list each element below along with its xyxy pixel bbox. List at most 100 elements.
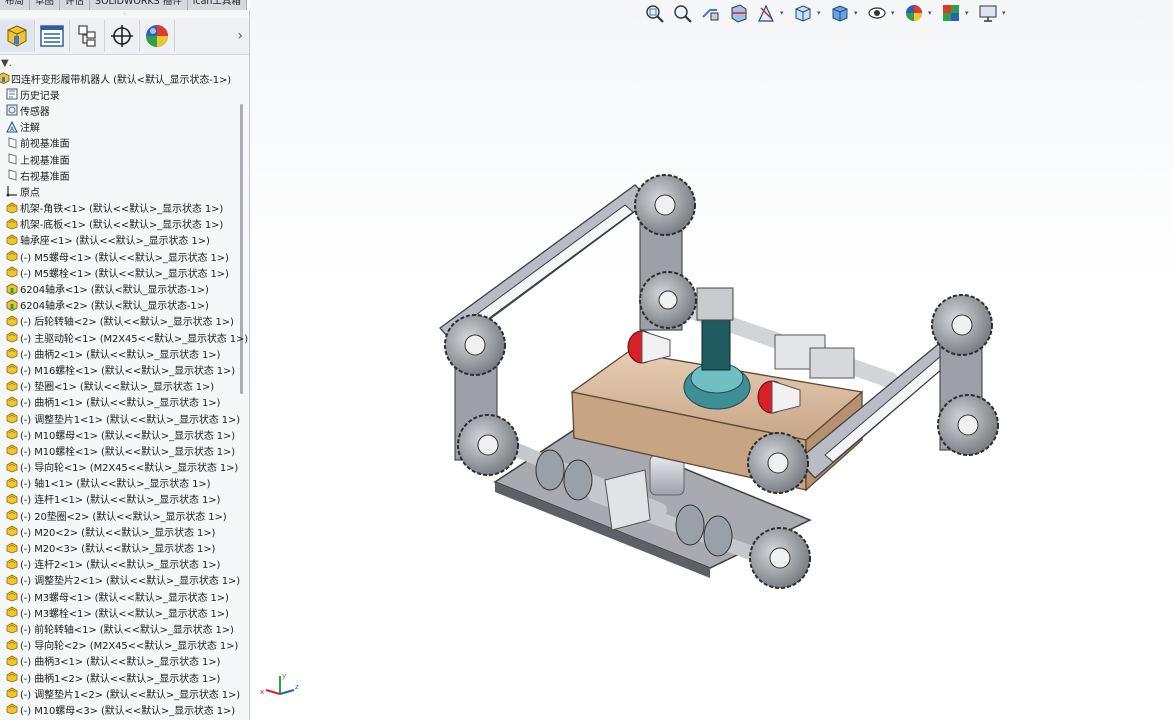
- panel-grip[interactable]: ⁘: [0, 10, 249, 18]
- tree-item-label: 历史记录: [20, 90, 60, 102]
- tree-item[interactable]: 6204轴承<2> (默认<默认_显示状态-1>): [0, 297, 240, 313]
- tree-item[interactable]: A 注解: [0, 119, 240, 135]
- gear-left-top[interactable]: [444, 314, 506, 376]
- tree-item[interactable]: (-) 曲柄3<1> (默认<<默认>_显示状态 1>): [0, 653, 240, 669]
- tree-item[interactable]: (-) M20<2> (默认<<默认>_显示状态 1>): [0, 523, 240, 539]
- tree-item[interactable]: 传感器: [0, 102, 240, 118]
- tab-0[interactable]: 布局: [0, 0, 31, 10]
- tree-item[interactable]: (-) 导向轮<1> (M2X45<<默认>_显示状态 1>): [0, 459, 240, 475]
- dimxpert-manager-tab[interactable]: [105, 20, 140, 52]
- tree-item[interactable]: (-) 连杆2<1> (默认<<默认>_显示状态 1>): [0, 556, 240, 572]
- gear-rear-mid[interactable]: [639, 271, 697, 329]
- tree-scrollbar[interactable]: [240, 104, 243, 394]
- tree-item[interactable]: (-) 曲柄2<1> (默认<<默认>_显示状态 1>): [0, 345, 240, 361]
- tree-item[interactable]: (-) M20<3> (默认<<默认>_显示状态 1>): [0, 539, 240, 555]
- tree-item[interactable]: (-) M10螺母<1> (默认<<默认>_显示状态 1>): [0, 426, 240, 442]
- tree-item[interactable]: (-) 主驱动轮<1> (M2X45<<默认>_显示状态 1>): [0, 329, 248, 345]
- motor-upper-2: [809, 347, 855, 379]
- tree-item-label: (-) 曲柄1<1> (默认<<默认>_显示状态 1>): [20, 398, 221, 410]
- tree-item[interactable]: (-) M16螺栓<1> (默认<<默认>_显示状态 1>): [0, 361, 240, 377]
- pillow-block-2: [563, 459, 593, 501]
- tree-item[interactable]: (-) M10螺母<3> (默认<<默认>_显示状态 1>): [0, 701, 240, 717]
- feature-manager-tab[interactable]: [0, 20, 35, 52]
- tree-item[interactable]: (-) M3螺栓<1> (默认<<默认>_显示状态 1>): [0, 604, 240, 620]
- property-manager-tab[interactable]: [35, 20, 70, 52]
- configuration-manager-icon: [78, 25, 96, 47]
- crosshair-icon: [111, 25, 133, 47]
- robot-model[interactable]: [250, 0, 1173, 720]
- part-icon: [5, 250, 19, 263]
- tree-item[interactable]: (-) 曲柄1<1> (默认<<默认>_显示状态 1>): [0, 394, 240, 410]
- part-icon: [5, 654, 19, 667]
- tree-item-label: (-) 轴1<1> (默认<<默认>_显示状态 1>): [20, 479, 211, 491]
- tree-item[interactable]: (-) 导向轮<2> (M2X45<<默认>_显示状态 1>): [0, 637, 240, 653]
- chevron-right-icon[interactable]: ›: [237, 28, 243, 44]
- svg-text:y: y: [282, 672, 286, 680]
- gear-front-mid[interactable]: [747, 432, 809, 494]
- tree-item-label: 四连杆变形履带机器人 (默认<默认_显示状态-1>): [11, 74, 232, 86]
- property-manager-icon: [40, 25, 64, 47]
- servo-bracket: [696, 287, 734, 321]
- tree-item[interactable]: (-) 20垫圈<2> (默认<<默认>_显示状态 1>): [0, 507, 240, 523]
- gear-rear-top[interactable]: [634, 174, 696, 236]
- gear-left-bottom[interactable]: [457, 414, 519, 476]
- tree-item[interactable]: 历史记录: [0, 86, 240, 102]
- tree-item[interactable]: (-) 调整垫片2<1> (默认<<默认>_显示状态 1>): [0, 572, 240, 588]
- part-icon: [5, 703, 19, 716]
- tree-item-label: 传感器: [20, 106, 50, 118]
- tree-item-label: (-) M3螺栓<1> (默认<<默认>_显示状态 1>): [20, 608, 229, 620]
- tree-item[interactable]: 机架-角铁<1> (默认<<默认>_显示状态 1>): [0, 200, 240, 216]
- gear-right-top[interactable]: [931, 294, 993, 356]
- tree-item[interactable]: (-) M5螺母<1> (默认<<默认>_显示状态 1>): [0, 248, 240, 264]
- tree-item-label: (-) M10螺母<3> (默认<<默认>_显示状态 1>): [20, 705, 236, 717]
- tree-item-label: (-) 后轮转轴<2> (默认<<默认>_显示状态 1>): [20, 317, 234, 329]
- graphics-area[interactable]: ▾ ▾ ▾ ▾ ▾ ▾ ▾ x z y: [250, 0, 1173, 720]
- gear-front-bottom[interactable]: [749, 527, 811, 589]
- tree-item-label: 上视基准面: [20, 155, 70, 167]
- tree-item[interactable]: (-) 后轮转轴<2> (默认<<默认>_显示状态 1>): [0, 313, 240, 329]
- part-icon: [5, 622, 19, 635]
- tree-item[interactable]: (-) M10螺栓<1> (默认<<默认>_显示状态 1>): [0, 442, 240, 458]
- tree-item[interactable]: (-) 连杆1<1> (默认<<默认>_显示状态 1>): [0, 491, 240, 507]
- tree-item[interactable]: 上视基准面: [0, 151, 240, 167]
- tree-item[interactable]: (-) M3螺母<1> (默认<<默认>_显示状态 1>): [0, 588, 240, 604]
- tree-item[interactable]: 6204轴承<1> (默认<默认_显示状态-1>): [0, 280, 240, 296]
- gear-right-bottom[interactable]: [937, 394, 999, 456]
- tree-item[interactable]: (-) 调整垫片1<2> (默认<<默认>_显示状态 1>): [0, 685, 240, 701]
- tree-root-item[interactable]: 四连杆变形履带机器人 (默认<默认_显示状态-1>): [0, 70, 240, 86]
- tree-item[interactable]: 前视基准面: [0, 135, 240, 151]
- motor-block-lower: [604, 469, 651, 531]
- display-manager-tab[interactable]: [140, 20, 175, 52]
- tab-3[interactable]: SOLIDWORKS 插件: [90, 0, 188, 10]
- tree-item[interactable]: 轴承座<1> (默认<<默认>_显示状态 1>): [0, 232, 240, 248]
- tree-item[interactable]: (-) 垫圈<1> (默认<<默认>_显示状态 1>): [0, 378, 240, 394]
- tree-item[interactable]: (-) 曲柄1<2> (默认<<默认>_显示状态 1>): [0, 669, 240, 685]
- subassembly-icon: [5, 298, 19, 311]
- tab-2[interactable]: 评估: [60, 0, 91, 10]
- plane-icon: [5, 153, 19, 166]
- part-icon: [5, 525, 19, 538]
- tab-4[interactable]: lcan工具箱: [188, 0, 247, 10]
- manager-tab-bar: ›: [0, 18, 249, 55]
- reference-triad: x z y: [260, 672, 299, 696]
- tree-item-label: 右视基准面: [20, 171, 70, 183]
- tree-item-label: (-) 曲柄2<1> (默认<<默认>_显示状态 1>): [20, 349, 221, 361]
- filter-icon[interactable]: ▼.: [1, 58, 12, 69]
- tab-1[interactable]: 草图: [30, 0, 61, 10]
- svg-text:z: z: [295, 683, 299, 691]
- tree-item-label: (-) 垫圈<1> (默认<<默认>_显示状态 1>): [20, 382, 215, 394]
- tree-item[interactable]: (-) 前轮转轴<1> (默认<<默认>_显示状态 1>): [0, 620, 240, 636]
- tree-item[interactable]: (-) 轴1<1> (默认<<默认>_显示状态 1>): [0, 475, 240, 491]
- tree-item-label: 轴承座<1> (默认<<默认>_显示状态 1>): [20, 236, 210, 248]
- configuration-manager-tab[interactable]: [70, 20, 105, 52]
- tree-item[interactable]: 机架-底板<1> (默认<<默认>_显示状态 1>): [0, 216, 240, 232]
- tree-item[interactable]: (-) M5螺栓<1> (默认<<默认>_显示状态 1>): [0, 264, 240, 280]
- tree-item-label: (-) M5螺栓<1> (默认<<默认>_显示状态 1>): [20, 268, 229, 280]
- tree-item[interactable]: 右视基准面: [0, 167, 240, 183]
- tree-item[interactable]: (-) 调整垫片1<1> (默认<<默认>_显示状态 1>): [0, 410, 240, 426]
- tree-item-label: (-) 前轮转轴<1> (默认<<默认>_显示状态 1>): [20, 624, 234, 636]
- tree-item-label: (-) M16螺栓<1> (默认<<默认>_显示状态 1>): [20, 365, 236, 377]
- tree-item[interactable]: 原点: [0, 183, 240, 199]
- part-icon: [5, 347, 19, 360]
- tree-item-label: (-) 主驱动轮<1> (M2X45<<默认>_显示状态 1>): [20, 333, 249, 345]
